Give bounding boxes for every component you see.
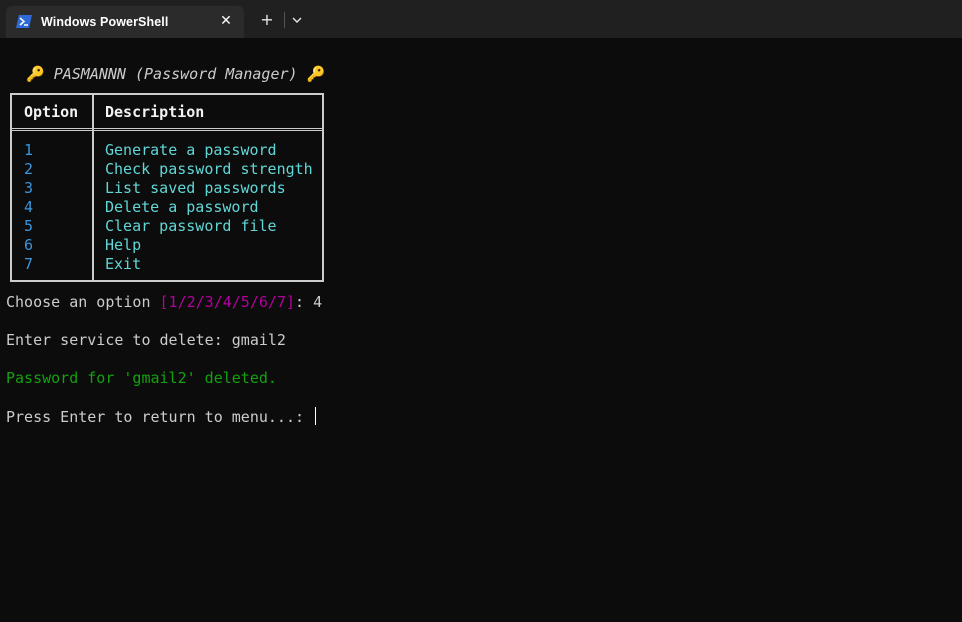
terminal-area[interactable]: 🔑 PASMANNN (Password Manager) 🔑 Option D… [0,38,962,622]
header-option: Option [24,103,79,121]
option-description: Generate a password [105,141,277,159]
app-banner: 🔑 PASMANNN (Password Manager) 🔑 [26,65,325,84]
option-number: 4 [24,198,34,216]
prompt-text: Press Enter to return to menu...: [6,408,314,426]
tab-title: Windows PowerShell [41,15,169,29]
option-description: Help [105,236,142,254]
option-description: Exit [105,255,142,273]
text-cursor [315,407,317,425]
option-number: 7 [24,255,34,273]
key-icon: 🔑 [306,65,326,83]
close-tab-icon[interactable]: ✕ [217,12,235,30]
option-number: 3 [24,179,34,197]
title-bar: Windows PowerShell ✕ + [0,0,962,38]
table-divider [92,95,94,280]
chevron-down-icon[interactable] [289,12,305,28]
prompt-text: Enter service to delete: [6,331,232,349]
option-number: 6 [24,236,34,254]
titlebar-divider [284,12,285,28]
chosen-option-value: 4 [313,293,323,311]
new-tab-button[interactable]: + [257,10,277,30]
powershell-icon [16,15,32,28]
option-description: Clear password file [105,217,277,235]
option-description: Delete a password [105,198,259,216]
option-description: Check password strength [105,160,313,178]
option-choices: [1/2/3/4/5/6/7] [159,293,295,311]
option-number: 5 [24,217,34,235]
choose-option-prompt: Choose an option [1/2/3/4/5/6/7]: 4 [6,293,322,312]
banner-title: PASMANNN (Password Manager) [53,65,298,83]
delete-success-message: Password for 'gmail2' deleted. [6,369,277,387]
service-value: gmail2 [231,331,286,349]
service-prompt: Enter service to delete: gmail2 [6,331,286,350]
option-number: 1 [24,141,34,159]
return-prompt[interactable]: Press Enter to return to menu...: [6,407,317,427]
prompt-text: Choose an option [6,293,160,311]
options-table: Option Description 1 Generate a password… [10,93,324,282]
key-icon: 🔑 [26,65,45,83]
option-number: 2 [24,160,34,178]
prompt-separator: : [295,293,314,311]
option-description: List saved passwords [105,179,286,197]
tab-windows-powershell[interactable]: Windows PowerShell ✕ [6,6,244,38]
header-description: Description [105,103,205,121]
